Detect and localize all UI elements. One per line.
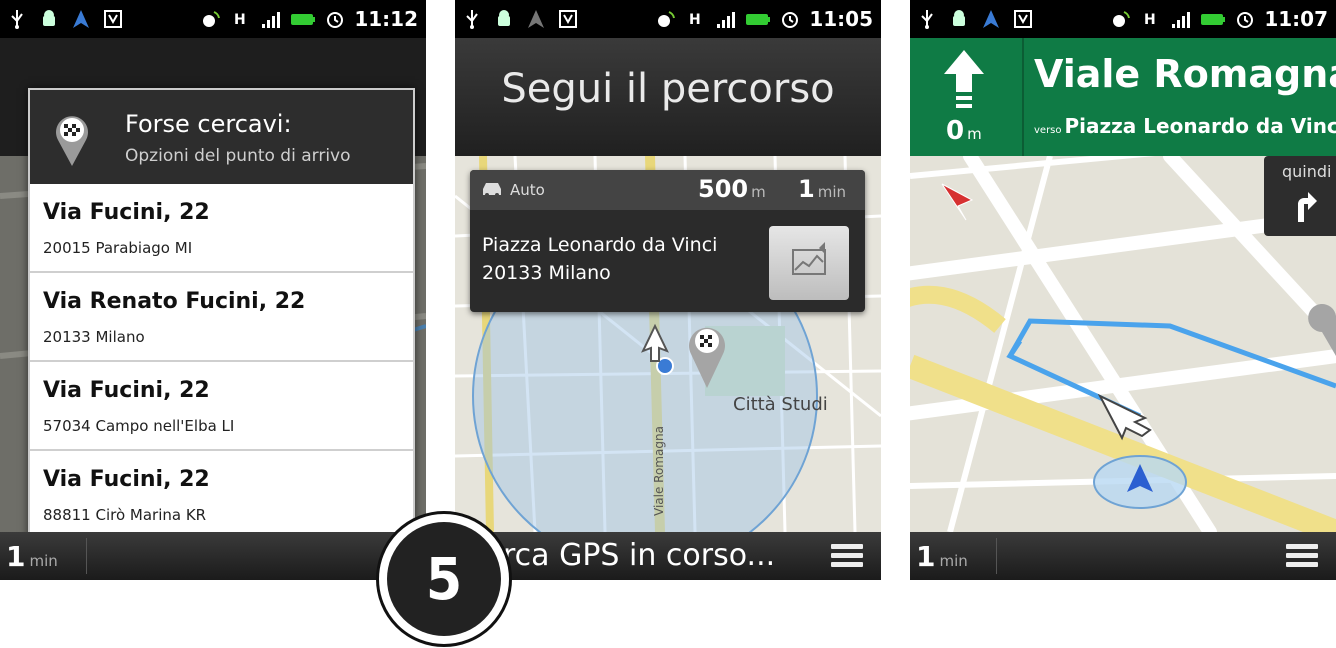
- maneuver-distance: 0m: [946, 116, 982, 146]
- bottom-bar: 1 min: [0, 532, 426, 580]
- step-number-badge: 5: [376, 511, 512, 647]
- bottom-bar: rca GPS in corso...: [455, 532, 881, 580]
- gps-status: rca GPS in corso...: [503, 538, 776, 573]
- gps-icon: [1113, 11, 1131, 27]
- status-bar: H 11:07: [910, 0, 1336, 38]
- title-bar: Segui il percorso: [455, 38, 881, 156]
- destination-pin-icon: [56, 116, 88, 166]
- status-time: 11:05: [809, 7, 873, 31]
- route-distance: 500 m: [698, 175, 766, 203]
- result-name: Via Fucini, 22: [43, 200, 210, 225]
- list-item[interactable]: Via Fucini, 22 57034 Campo nell'Elba LI: [30, 362, 413, 451]
- then-label: quindi: [1282, 162, 1332, 181]
- result-address: 20133 Milano: [43, 328, 145, 346]
- shield-icon: [559, 10, 577, 28]
- result-name: Via Fucini, 22: [43, 378, 210, 403]
- result-name: Via Renato Fucini, 22: [43, 289, 306, 314]
- android-icon: [953, 10, 965, 26]
- svg-text:H: H: [234, 12, 246, 28]
- map-label-street: Viale Romagna: [652, 426, 666, 516]
- signal-icon: [717, 12, 736, 28]
- dialog-subtitle: Opzioni del punto di arrivo: [125, 146, 351, 166]
- battery-icon: [1201, 14, 1226, 25]
- time-remaining: 1 min: [916, 540, 968, 573]
- travel-mode: Auto: [510, 181, 545, 199]
- usb-icon: [466, 10, 478, 29]
- shield-icon: [1014, 10, 1032, 28]
- route-card[interactable]: Auto 500 m 1 min Piazza Leonardo da Vinci …: [470, 170, 865, 312]
- separator: [86, 538, 87, 574]
- car-icon: [483, 183, 501, 197]
- alarm-icon: [1237, 12, 1254, 28]
- result-address: 57034 Campo nell'Elba LI: [43, 417, 235, 435]
- street-view-button[interactable]: [769, 226, 849, 300]
- navigation-icon: [983, 10, 999, 28]
- status-time: 11:12: [354, 7, 418, 31]
- current-street: Viale Romagna: [1034, 52, 1336, 96]
- navigation-header: 0m Viale Romagna verso Piazza Leonardo da…: [910, 38, 1336, 156]
- status-bar: H 11:05: [455, 0, 881, 38]
- result-address: 20015 Parabiago MI: [43, 239, 193, 257]
- android-icon: [43, 10, 55, 26]
- menu-icon[interactable]: [831, 544, 863, 568]
- bottom-bar: 1 min: [910, 532, 1336, 580]
- time-remaining: 1 min: [6, 540, 58, 573]
- status-bar: H 11:12: [0, 0, 426, 38]
- destination-address: Piazza Leonardo da Vinci: [482, 234, 718, 256]
- menu-icon[interactable]: [1286, 544, 1318, 568]
- next-maneuver-box: quindi: [1264, 156, 1336, 236]
- android-icon: [498, 10, 510, 26]
- svg-text:H: H: [689, 12, 701, 28]
- battery-icon: [746, 14, 771, 25]
- screen-turn-by-turn: H 11:07 0m Viale Romagna verso Piazza Leo…: [910, 0, 1336, 580]
- hspa-icon: H: [1144, 12, 1156, 28]
- navigation-icon: [528, 10, 544, 28]
- route-duration: 1 min: [798, 175, 846, 203]
- destination-options-dialog: Forse cercavi: Opzioni del punto di arri…: [28, 88, 415, 540]
- alarm-icon: [782, 12, 799, 28]
- list-item[interactable]: Via Renato Fucini, 22 20133 Milano: [30, 273, 413, 362]
- battery-icon: [291, 14, 316, 25]
- usb-icon: [11, 10, 23, 29]
- turn-right-icon: [1298, 192, 1317, 222]
- dialog-title: Forse cercavi:: [125, 110, 292, 138]
- usb-icon: [921, 10, 933, 29]
- maneuver-panel: 0m: [910, 38, 1024, 156]
- map-label-district: Città Studi: [733, 394, 828, 415]
- status-time: 11:07: [1264, 7, 1328, 31]
- heading-toward: verso Piazza Leonardo da Vinci: [1034, 114, 1336, 138]
- gps-icon: [658, 11, 676, 27]
- svg-text:H: H: [1144, 12, 1156, 28]
- destination-city: 20133 Milano: [482, 262, 611, 284]
- route-summary: Auto 500 m 1 min: [470, 170, 865, 210]
- result-name: Via Fucini, 22: [43, 467, 210, 492]
- separator: [996, 538, 997, 574]
- screen-search-results: H 11:12 Forse cercavi: Opzioni del punto…: [0, 0, 426, 580]
- navigation-icon: [73, 10, 89, 28]
- page-title: Segui il percorso: [501, 66, 835, 112]
- dialog-header: Forse cercavi: Opzioni del punto di arri…: [30, 90, 413, 184]
- shield-icon: [104, 10, 122, 28]
- list-item[interactable]: Via Fucini, 22 88811 Cirò Marina KR: [30, 451, 413, 538]
- list-item[interactable]: Via Fucini, 22 20015 Parabiago MI: [30, 184, 413, 273]
- arrow-up-icon: [944, 50, 984, 108]
- alarm-icon: [327, 12, 344, 28]
- hspa-icon: H: [234, 12, 246, 28]
- signal-icon: [1172, 12, 1191, 28]
- result-address: 88811 Cirò Marina KR: [43, 506, 207, 524]
- signal-icon: [262, 12, 281, 28]
- gps-icon: [203, 11, 221, 27]
- map-icon: [792, 242, 826, 275]
- screen-route-overview: Città Studi Viale Romagna H 11:05 Segui …: [455, 0, 881, 580]
- hspa-icon: H: [689, 12, 701, 28]
